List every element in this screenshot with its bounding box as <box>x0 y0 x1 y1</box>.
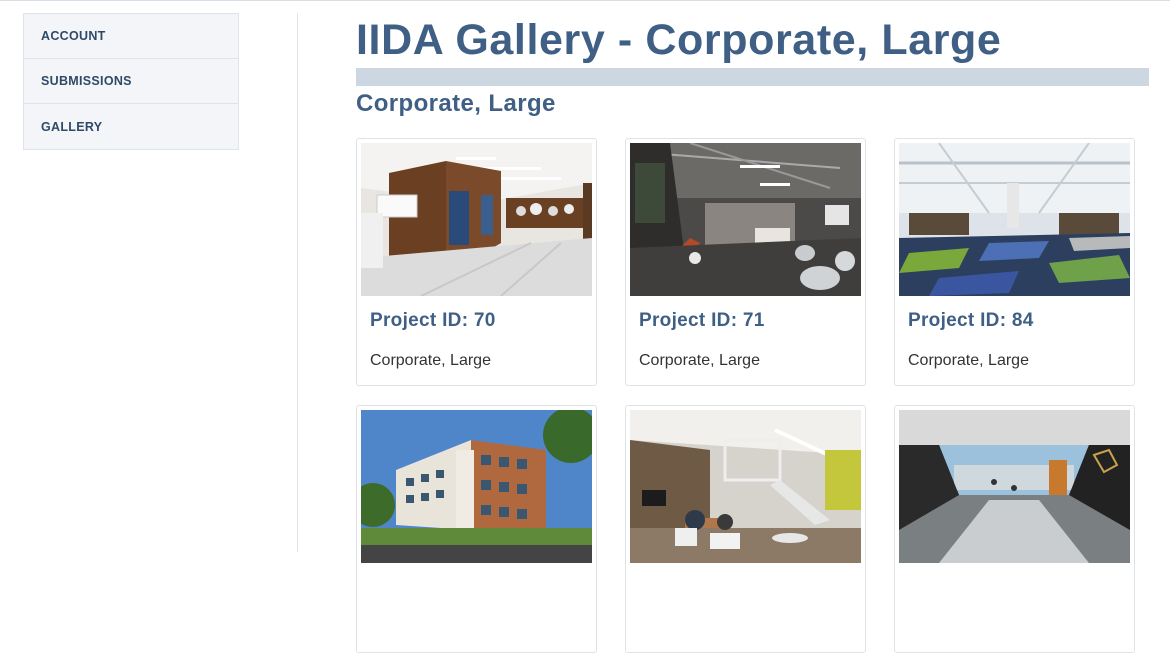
sidebar-item-account[interactable]: ACCOUNT <box>24 14 238 59</box>
top-border <box>0 0 1170 1</box>
project-category: Corporate, Large <box>370 352 491 369</box>
sidebar-divider <box>297 13 298 552</box>
project-category: Corporate, Large <box>908 352 1029 369</box>
sidebar-item-gallery[interactable]: GALLERY <box>24 104 238 149</box>
project-card[interactable]: Project ID: 84 Corporate, Large <box>894 138 1135 386</box>
project-id-label[interactable]: Project ID: 71 <box>639 310 765 332</box>
brick-office-building-photo[interactable] <box>361 410 592 563</box>
section-title: Corporate, Large <box>356 90 556 117</box>
lobby-wood-walls-photo[interactable] <box>361 143 592 296</box>
project-category: Corporate, Large <box>639 352 760 369</box>
project-card[interactable] <box>894 405 1135 653</box>
page-title: IIDA Gallery - Corporate, Large <box>356 16 1002 64</box>
title-underline-bar <box>356 68 1149 86</box>
project-card[interactable] <box>625 405 866 653</box>
project-id-label[interactable]: Project ID: 70 <box>370 310 496 332</box>
sidebar-nav: ACCOUNT SUBMISSIONS GALLERY <box>23 13 239 150</box>
dark-corridor-photo[interactable] <box>899 410 1130 563</box>
sidebar-item-submissions[interactable]: SUBMISSIONS <box>24 59 238 104</box>
project-card[interactable]: Project ID: 71 Corporate, Large <box>625 138 866 386</box>
white-stair-lounge-photo[interactable] <box>630 410 861 563</box>
project-card[interactable] <box>356 405 597 653</box>
open-office-carpet-photo[interactable] <box>899 143 1130 296</box>
project-card[interactable]: Project ID: 70 Corporate, Large <box>356 138 597 386</box>
atrium-lounge-photo[interactable] <box>630 143 861 296</box>
project-id-label[interactable]: Project ID: 84 <box>908 310 1034 332</box>
